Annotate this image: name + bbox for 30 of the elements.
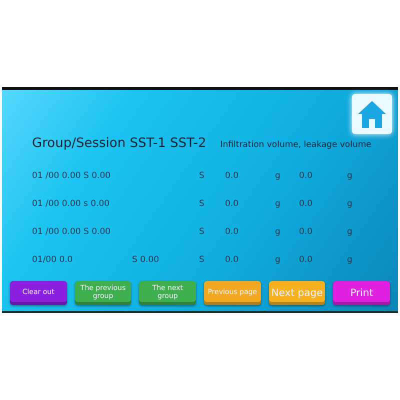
data-cell-text: 0.0	[299, 199, 314, 209]
data-cell-text: 01 /00 0.00 S 0.00	[32, 227, 112, 237]
data-cell-text: 0.0	[225, 199, 240, 209]
group-session-heading: Group/Session SST-1 SST-2	[32, 136, 206, 151]
action-button[interactable]: Next page	[268, 281, 326, 305]
home-icon[interactable]	[352, 94, 392, 134]
data-cell-text: S	[199, 199, 206, 209]
data-cell-text: g	[275, 227, 282, 237]
data-cell-text: 0.0	[299, 255, 314, 265]
data-cell-text: S 0.00	[132, 255, 160, 265]
data-cell-text: 0.0	[225, 227, 240, 237]
data-cell-text: g	[275, 199, 282, 209]
data-cell-text: 0.0	[225, 255, 240, 265]
data-cell-text: g	[275, 255, 282, 265]
data-cell-text: g	[347, 199, 354, 209]
data-cell-text: S	[199, 255, 206, 265]
data-cell-text: 0.0	[225, 171, 240, 181]
data-cell-text: 01 /00 0.00 s 0.00	[32, 199, 111, 209]
data-cell-text: 0.0	[299, 227, 314, 237]
data-cell-text: 01 /00 0.00 S 0.00	[32, 171, 112, 181]
action-button[interactable]: Print	[333, 281, 390, 305]
volume-heading: Infiltration volume, leakage volume	[220, 140, 372, 150]
data-cell-text: 01/00 0.0	[32, 255, 74, 265]
data-cell-text: S	[199, 171, 206, 181]
data-cell-text: g	[347, 227, 354, 237]
data-cell-text: g	[347, 255, 354, 265]
data-cell-text: g	[347, 171, 354, 181]
data-cell-text: S	[199, 227, 206, 237]
data-cell-text: 0.0	[299, 171, 314, 181]
data-cell-text: g	[275, 171, 282, 181]
